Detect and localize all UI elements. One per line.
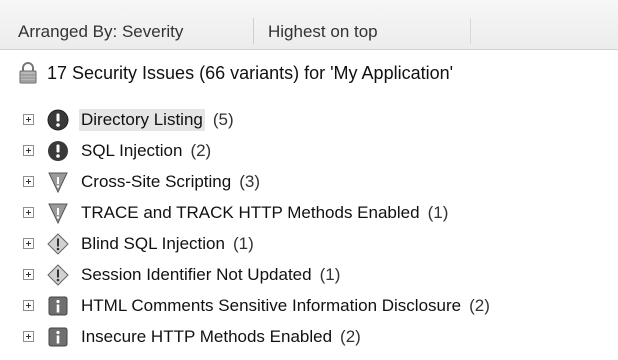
issue-label[interactable]: SQL Injection — [81, 141, 182, 161]
issue-label[interactable]: HTML Comments Sensitive Information Disc… — [81, 296, 461, 316]
expand-icon[interactable] — [23, 269, 34, 280]
medium-severity-icon — [47, 171, 69, 193]
issue-count: (3) — [239, 171, 260, 191]
tree-row[interactable]: TRACE and TRACK HTTP Methods Enabled (1) — [0, 197, 618, 228]
issue-label[interactable]: Directory Listing — [79, 108, 205, 131]
arrange-toolbar: Arranged By: Severity Highest on top — [0, 0, 618, 50]
high-severity-icon — [47, 109, 69, 131]
issue-count: (1) — [427, 202, 449, 222]
expand-icon[interactable] — [23, 145, 34, 156]
lock-icon — [19, 62, 37, 84]
tree-row[interactable]: Cross-Site Scripting (3) — [0, 166, 618, 197]
issue-count: (5) — [212, 109, 234, 129]
expand-icon[interactable] — [23, 114, 34, 125]
tree-row[interactable]: Session Identifier Not Updated (1) — [0, 259, 618, 290]
toolbar-divider — [253, 18, 254, 44]
expand-icon[interactable] — [23, 207, 34, 218]
issue-label[interactable]: Session Identifier Not Updated — [81, 265, 312, 285]
issue-label[interactable]: Blind SQL Injection — [81, 234, 225, 254]
tree-row[interactable]: HTML Comments Sensitive Information Disc… — [0, 290, 618, 321]
issue-count: (2) — [340, 326, 361, 346]
medium-severity-icon — [47, 202, 69, 224]
info-severity-icon — [47, 295, 69, 317]
summary-text: 17 Security Issues (66 variants) for 'My… — [47, 62, 454, 83]
expand-icon[interactable] — [23, 300, 34, 311]
issue-label[interactable]: TRACE and TRACK HTTP Methods Enabled — [81, 203, 420, 223]
tree-row[interactable]: SQL Injection (2) — [0, 135, 618, 166]
expand-icon[interactable] — [23, 176, 34, 187]
low-severity-icon — [47, 232, 69, 255]
issues-tree: Directory Listing (5) SQL Injection (2) … — [0, 104, 618, 352]
issues-summary: 17 Security Issues (66 variants) for 'My… — [0, 52, 618, 94]
tree-row[interactable]: Directory Listing (5) — [0, 104, 618, 135]
expand-icon[interactable] — [23, 238, 34, 249]
issue-label[interactable]: Insecure HTTP Methods Enabled — [81, 327, 332, 347]
tree-row[interactable]: Insecure HTTP Methods Enabled (2) — [0, 321, 618, 352]
sort-order-label[interactable]: Highest on top — [268, 22, 378, 42]
toolbar-divider — [470, 18, 471, 44]
expand-icon[interactable] — [23, 331, 34, 342]
issue-label[interactable]: Cross-Site Scripting — [81, 172, 231, 192]
issue-count: (1) — [319, 264, 341, 284]
arranged-by-label[interactable]: Arranged By: Severity — [18, 22, 183, 42]
info-severity-icon — [47, 326, 69, 348]
issue-count: (2) — [469, 295, 490, 315]
issue-count: (1) — [232, 233, 254, 253]
high-severity-icon — [47, 140, 69, 162]
issue-count: (2) — [190, 140, 212, 160]
tree-row[interactable]: Blind SQL Injection (1) — [0, 228, 618, 259]
low-severity-icon — [47, 263, 69, 286]
